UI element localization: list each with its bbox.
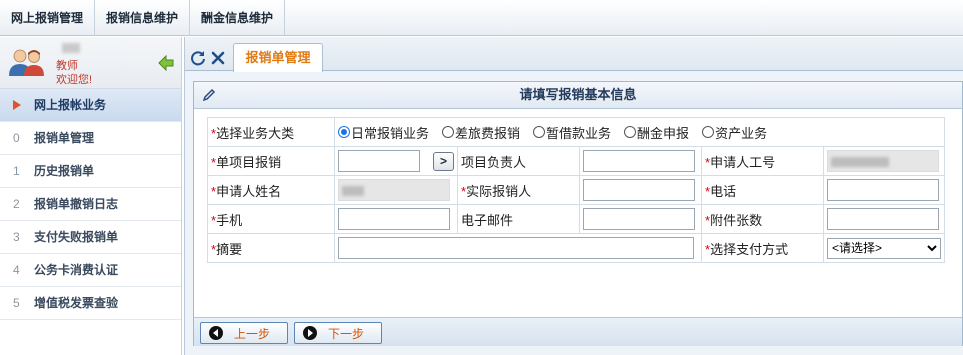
business-type-group: 日常报销业务 差旅费报销 暂借款业务 酬金申报 资产业务 — [338, 123, 941, 142]
sidebar-item-label: 报销单管理 — [34, 131, 95, 145]
sidebar-item-number: 0 — [13, 131, 20, 145]
email-input[interactable] — [583, 208, 695, 230]
attachments-label: 附件张数 — [710, 212, 763, 228]
sidebar-item-label: 增值税发票查验 — [34, 296, 119, 310]
radio-label: 暂借款业务 — [546, 125, 612, 141]
sidebar-item-label: 历史报销单 — [34, 164, 95, 178]
panel-title-bar: 请填写报销基本信息 — [194, 82, 962, 109]
sidebar: 教师 欢迎您! 网上报帐业务 0 报销单管理 1 历史报销单 2 报销单撤销日志… — [0, 37, 182, 355]
sidebar-item-number: 5 — [13, 296, 20, 310]
sidebar-item-number: 4 — [13, 263, 20, 277]
radio-remuneration[interactable]: 酬金申报 — [624, 123, 689, 142]
pencil-icon — [202, 88, 216, 102]
summary-label: 摘要 — [216, 241, 243, 257]
attachments-input[interactable] — [827, 208, 939, 230]
sidebar-item-number: 2 — [13, 197, 20, 211]
mobile-label: 手机 — [216, 212, 243, 228]
applicant-id-redacted — [831, 157, 889, 167]
form-panel: 请填写报销基本信息 *选择业务大类 日常报销业务 差旅费报销 暂借款业务 酬金申… — [193, 81, 963, 346]
radio-button[interactable] — [533, 126, 546, 138]
pick-project-button[interactable]: > — [433, 151, 454, 171]
radio-daily[interactable]: 日常报销业务 — [338, 123, 429, 142]
radio-button[interactable] — [442, 126, 455, 138]
sidebar-item-payment-failed[interactable]: 3 支付失败报销单 — [0, 221, 181, 254]
sidebar-item-official-card[interactable]: 4 公务卡消费认证 — [0, 254, 181, 287]
wizard-footer: 上一步 下一步 — [194, 317, 962, 346]
prev-step-label: 上一步 — [234, 326, 271, 341]
actual-reimburser-input[interactable] — [583, 179, 695, 201]
prev-step-button[interactable]: 上一步 — [200, 322, 288, 344]
applicant-name-redacted — [342, 186, 364, 196]
collapse-arrow-icon[interactable] — [157, 54, 175, 72]
panel-title: 请填写报销基本信息 — [519, 87, 637, 102]
applicant-name-field — [338, 179, 450, 201]
radio-label: 差旅费报销 — [455, 125, 521, 141]
applicant-name-label: 申请人姓名 — [216, 183, 282, 199]
sidebar-item-label: 支付失败报销单 — [34, 230, 119, 244]
refresh-icon[interactable] — [190, 50, 206, 66]
applicant-id-label: 申请人工号 — [710, 154, 776, 170]
actual-reimburser-label: 实际报销人 — [466, 183, 532, 199]
main-area: 报销单管理 请填写报销基本信息 *选择业务大类 日常报销业务 差旅费报销 暂借款… — [184, 37, 963, 355]
radio-asset[interactable]: 资产业务 — [702, 123, 767, 142]
next-step-button[interactable]: 下一步 — [294, 322, 382, 344]
email-label: 电子邮件 — [461, 212, 514, 228]
menu-reimbursement-info[interactable]: 报销信息维护 — [95, 0, 191, 36]
sidebar-item-number: 1 — [13, 164, 20, 178]
sidebar-item-label: 公务卡消费认证 — [34, 263, 119, 277]
business-type-label: 选择业务大类 — [216, 125, 295, 141]
sidebar-item-label: 报销单撤销日志 — [34, 197, 119, 211]
user-name-redacted — [62, 43, 80, 53]
next-step-label: 下一步 — [328, 326, 365, 341]
sidebar-item-history[interactable]: 1 历史报销单 — [0, 155, 181, 188]
sidebar-item-vat-invoice[interactable]: 5 增值税发票查验 — [0, 287, 181, 320]
sidebar-item-number: 3 — [13, 230, 20, 244]
radio-button[interactable] — [624, 126, 637, 138]
arrow-right-icon — [303, 326, 317, 340]
top-menu-bar: 网上报销管理 报销信息维护 酬金信息维护 — [0, 0, 963, 36]
sidebar-item-reimbursement-management[interactable]: 0 报销单管理 — [0, 122, 181, 155]
project-owner-input[interactable] — [583, 150, 695, 172]
user-box: 教师 欢迎您! — [0, 37, 181, 89]
phone-label: 电话 — [710, 183, 737, 199]
summary-input[interactable] — [338, 237, 694, 259]
payment-method-label: 选择支付方式 — [710, 241, 789, 257]
radio-loan[interactable]: 暂借款业务 — [533, 123, 611, 142]
sidebar-item-online-reimbursement[interactable]: 网上报帐业务 — [0, 89, 181, 122]
sidebar-item-revocation-log[interactable]: 2 报销单撤销日志 — [0, 188, 181, 221]
radio-label: 资产业务 — [715, 125, 768, 141]
radio-label: 日常报销业务 — [351, 125, 430, 141]
radio-button[interactable] — [338, 126, 350, 138]
users-icon — [9, 49, 44, 76]
tab-strip: 报销单管理 — [185, 37, 963, 72]
arrow-left-icon — [209, 326, 223, 340]
radio-label: 酬金申报 — [637, 125, 690, 141]
single-item-label: 单项目报销 — [216, 154, 282, 170]
applicant-id-field — [827, 150, 939, 172]
basic-info-form: *选择业务大类 日常报销业务 差旅费报销 暂借款业务 酬金申报 资产业务 *单项… — [207, 117, 945, 263]
radio-travel[interactable]: 差旅费报销 — [442, 123, 520, 142]
project-code-input[interactable] — [338, 150, 420, 172]
payment-method-select[interactable]: <请选择> — [827, 237, 941, 259]
menu-remuneration-info[interactable]: 酬金信息维护 — [190, 0, 286, 36]
radio-button[interactable] — [702, 126, 715, 138]
arrow-right-icon — [0, 89, 34, 121]
menu-online-reimbursement[interactable]: 网上报销管理 — [0, 0, 96, 36]
phone-input[interactable] — [827, 179, 939, 201]
project-owner-label: 项目负责人 — [461, 154, 527, 170]
mobile-input[interactable] — [338, 208, 450, 230]
sidebar-item-label: 网上报帐业务 — [34, 98, 107, 112]
close-icon[interactable] — [210, 50, 226, 66]
tab-reimbursement-management[interactable]: 报销单管理 — [233, 43, 323, 72]
welcome-text: 欢迎您! — [56, 74, 93, 86]
